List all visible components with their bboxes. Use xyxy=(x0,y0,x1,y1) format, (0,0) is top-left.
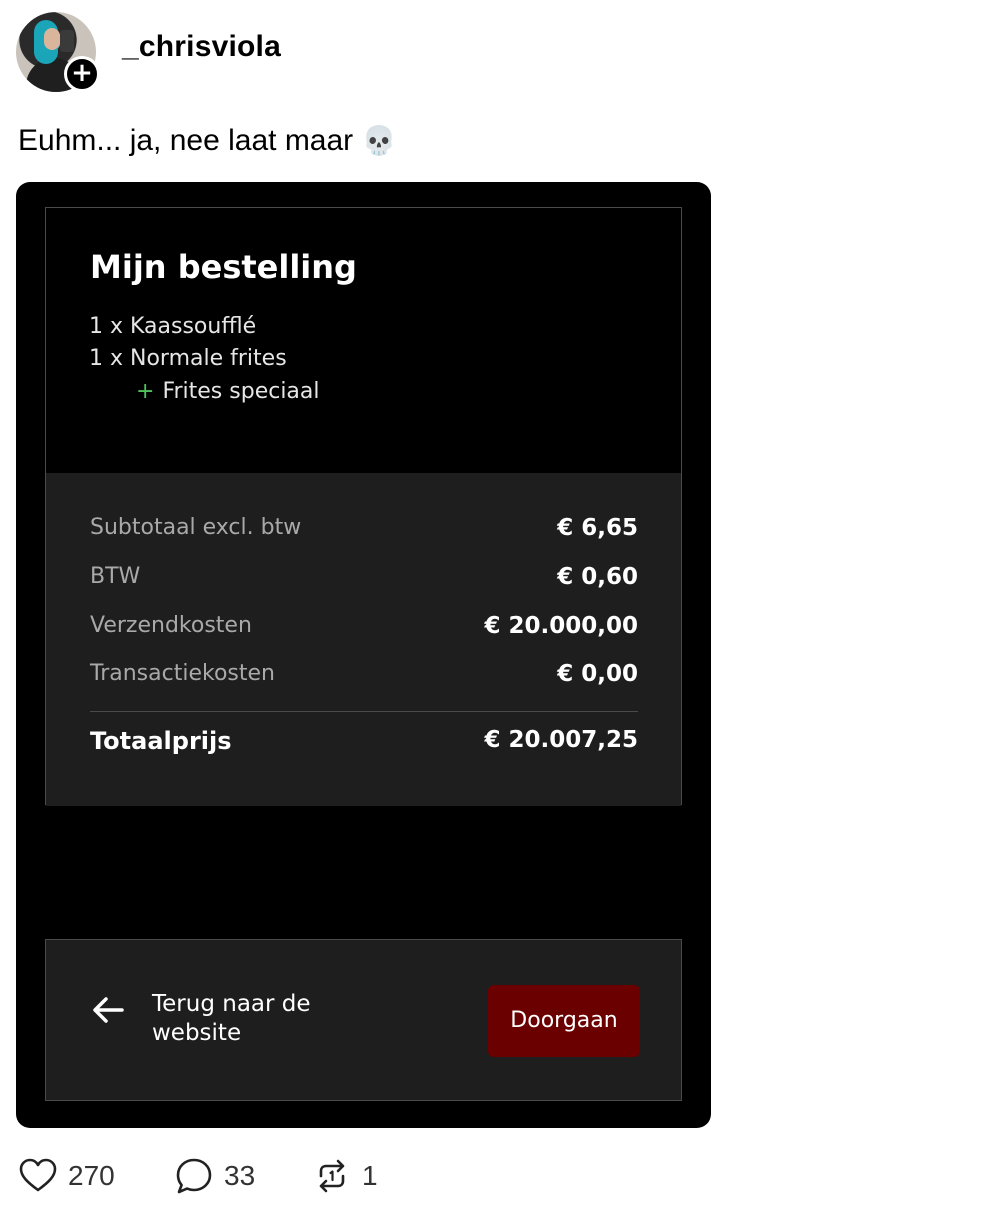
post-caption: Euhm... ja, nee laat maar 💀 xyxy=(18,124,396,158)
total-label: Totaalprijs xyxy=(90,727,232,755)
reply-button[interactable]: 33 xyxy=(174,1152,255,1200)
repost-count: 1 xyxy=(362,1160,378,1191)
subtotal-row: Subtotaal excl. btw € 6,65 xyxy=(90,515,638,545)
post-actions: 270 33 1 xyxy=(18,1152,518,1200)
repost-icon xyxy=(319,1159,345,1193)
repost-button[interactable]: 1 xyxy=(312,1152,378,1200)
order-item: 1 x Normale frites xyxy=(89,346,287,371)
caption-text: Euhm... ja, nee laat maar xyxy=(18,124,354,157)
username[interactable]: _chrisviola xyxy=(122,30,281,64)
vat-row: BTW € 0,60 xyxy=(90,564,638,594)
vat-value: € 0,60 xyxy=(557,564,638,590)
transaction-row: Transactiekosten € 0,00 xyxy=(90,661,638,691)
order-summary-card: Mijn bestelling 1 x Kaassoufflé 1 x Norm… xyxy=(45,207,682,806)
vat-label: BTW xyxy=(90,564,141,589)
skull-emoji: 💀 xyxy=(361,124,397,157)
post-image[interactable]: Mijn bestelling 1 x Kaassoufflé 1 x Norm… xyxy=(16,182,711,1128)
shipping-label: Verzendkosten xyxy=(90,613,252,638)
comment-icon xyxy=(176,1158,212,1194)
checkout-footer: Terug naar de website Doorgaan xyxy=(45,939,682,1101)
arrow-left-icon[interactable] xyxy=(88,990,128,1030)
price-summary: Subtotaal excl. btw € 6,65 BTW € 0,60 Ve… xyxy=(46,473,681,806)
reply-count: 33 xyxy=(224,1160,256,1191)
shipping-row: Verzendkosten € 20.000,00 xyxy=(90,613,638,643)
order-item: 1 x Kaassoufflé xyxy=(89,314,257,339)
order-title: Mijn bestelling xyxy=(90,248,357,286)
summary-divider xyxy=(90,711,638,712)
order-item-extra: + Frites speciaal xyxy=(136,379,320,404)
order-items-section: Mijn bestelling 1 x Kaassoufflé 1 x Norm… xyxy=(46,208,681,473)
total-row: Totaalprijs € 20.007,25 xyxy=(90,727,638,757)
like-count: 270 xyxy=(68,1160,115,1191)
post-header: + _chrisviola xyxy=(16,12,956,92)
follow-plus-icon[interactable]: + xyxy=(64,56,100,92)
plus-icon: + xyxy=(136,379,155,404)
order-extra-label: Frites speciaal xyxy=(162,379,320,404)
back-to-website-link[interactable]: Terug naar de website xyxy=(152,990,352,1048)
subtotal-value: € 6,65 xyxy=(557,515,638,541)
heart-icon xyxy=(19,1158,57,1192)
total-value: € 20.007,25 xyxy=(484,727,638,753)
transaction-value: € 0,00 xyxy=(557,661,638,687)
subtotal-label: Subtotaal excl. btw xyxy=(90,515,302,540)
like-button[interactable]: 270 xyxy=(18,1152,115,1200)
transaction-label: Transactiekosten xyxy=(90,661,275,686)
shipping-value: € 20.000,00 xyxy=(484,613,638,639)
continue-button[interactable]: Doorgaan xyxy=(488,985,640,1057)
